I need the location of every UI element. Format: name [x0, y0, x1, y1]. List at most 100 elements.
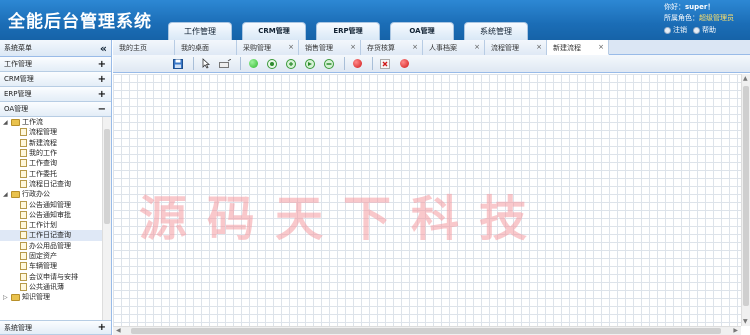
- canvas-vertical-scrollbar[interactable]: ▲ ▼: [741, 74, 750, 326]
- logout-link[interactable]: 注销: [664, 25, 687, 36]
- triangle-down-icon[interactable]: ◢: [3, 191, 9, 198]
- group-label: ERP管理: [4, 90, 32, 98]
- fork-node-button[interactable]: [303, 57, 317, 70]
- page-icon: [20, 128, 27, 137]
- close-icon[interactable]: ×: [536, 43, 542, 55]
- sidebar-group-oa[interactable]: OA管理 −: [0, 102, 111, 117]
- tree-item[interactable]: 公告通知管理: [0, 199, 111, 209]
- task-node-button[interactable]: [265, 57, 279, 70]
- tree-label: 公共通讯薄: [29, 282, 64, 291]
- close-icon[interactable]: ×: [350, 43, 356, 55]
- start-node-button[interactable]: [246, 57, 260, 70]
- close-icon[interactable]: ×: [474, 43, 480, 55]
- close-icon[interactable]: ×: [598, 43, 604, 54]
- close-icon[interactable]: ×: [412, 43, 418, 55]
- tab-my-home[interactable]: 我的主页: [113, 40, 175, 55]
- tab-new-process[interactable]: 新建流程 ×: [547, 40, 609, 55]
- tree-item[interactable]: 工作委托: [0, 168, 111, 178]
- group-label: OA管理: [4, 105, 29, 113]
- pointer-button[interactable]: [199, 57, 213, 70]
- tree-item[interactable]: 新建流程: [0, 138, 111, 148]
- tree-item[interactable]: 流程日记查询: [0, 179, 111, 189]
- join-node-button[interactable]: [322, 57, 336, 70]
- canvas-horizontal-scrollbar[interactable]: ◀ ▶: [113, 326, 741, 335]
- close-icon[interactable]: ×: [288, 43, 294, 55]
- end-node-button[interactable]: [350, 57, 364, 70]
- tab-inventory[interactable]: 存货核算 ×: [361, 40, 423, 55]
- page-icon: [20, 282, 27, 291]
- line-button[interactable]: [218, 57, 232, 70]
- tree-item[interactable]: 车辆管理: [0, 261, 111, 271]
- expand-icon: +: [97, 73, 106, 85]
- workflow-canvas[interactable]: 源码天下科技: [113, 74, 741, 335]
- tab-purchase[interactable]: 采购管理 ×: [237, 40, 299, 55]
- tab-hr[interactable]: 人事档案 ×: [423, 40, 485, 55]
- top-nav-system[interactable]: 系统管理: [464, 22, 528, 40]
- logout-icon: [664, 27, 671, 34]
- tree-item[interactable]: 工作查询: [0, 158, 111, 168]
- top-nav-oa[interactable]: OA管理: [390, 22, 454, 40]
- tree-item[interactable]: 公共通讯薄: [0, 282, 111, 292]
- greeting-label: 你好：: [664, 3, 685, 11]
- sidebar-group-erp[interactable]: ERP管理 +: [0, 87, 111, 102]
- help-link[interactable]: 帮助: [693, 25, 716, 36]
- tree-item[interactable]: 公告通知审批: [0, 210, 111, 220]
- tab-label: 我的主页: [119, 44, 147, 52]
- scroll-left-icon[interactable]: ◀: [116, 327, 121, 334]
- page-icon: [20, 262, 27, 271]
- top-nav-crm[interactable]: CRM管理: [242, 22, 306, 40]
- sidebar-group-system[interactable]: 系统管理 +: [0, 320, 111, 335]
- tree-item-selected[interactable]: 工作日记查询: [0, 230, 111, 241]
- tree-scrollbar[interactable]: [102, 117, 111, 321]
- tree-folder-admin[interactable]: ◢ 行政办公: [0, 189, 111, 199]
- stop-button[interactable]: [397, 57, 411, 70]
- tree-item[interactable]: 工作计划: [0, 220, 111, 230]
- toolbar-separator: [344, 57, 345, 70]
- tree-item[interactable]: 办公用品管理: [0, 241, 111, 251]
- tree-label: 流程日记查询: [29, 179, 71, 188]
- task-node-icon: [267, 58, 277, 69]
- logout-label: 注销: [673, 26, 687, 34]
- tree-item[interactable]: 我的工作: [0, 148, 111, 158]
- triangle-right-icon[interactable]: ▷: [3, 294, 9, 301]
- save-button[interactable]: [171, 57, 185, 70]
- tree-item[interactable]: 固定资产: [0, 251, 111, 261]
- expand-icon: +: [97, 58, 106, 70]
- scroll-down-icon[interactable]: ▼: [743, 318, 748, 325]
- designer-toolbar: [113, 55, 750, 73]
- tree-label: 车辆管理: [29, 262, 57, 271]
- top-nav: 工作管理 CRM管理 ERP管理 OA管理 系统管理: [168, 22, 538, 40]
- tree-item[interactable]: 流程管理: [0, 127, 111, 137]
- tree-folder-workflow[interactable]: ◢ 工作流: [0, 117, 111, 127]
- tab-process-manage[interactable]: 流程管理 ×: [485, 40, 547, 55]
- delete-button[interactable]: [378, 57, 392, 70]
- tree-item[interactable]: 会议申请与安排: [0, 271, 111, 281]
- horizontal-scroll-thumb[interactable]: [131, 328, 721, 334]
- tree-label: 公告通知审批: [29, 210, 71, 219]
- triangle-down-icon[interactable]: ◢: [3, 119, 9, 126]
- oa-tree: ◢ 工作流 流程管理 新建流程 我的工作 工作查询 工作委托 流程日记查询 ◢ 行政…: [0, 117, 111, 321]
- auto-node-button[interactable]: [284, 57, 298, 70]
- sidebar-group-crm[interactable]: CRM管理 +: [0, 72, 111, 87]
- sidebar-collapse-button[interactable]: «: [100, 42, 107, 55]
- tree-scroll-thumb[interactable]: [104, 129, 110, 224]
- tree-folder-knowledge[interactable]: ▷ 知识管理: [0, 292, 111, 302]
- scroll-right-icon[interactable]: ▶: [733, 327, 738, 334]
- page-icon: [20, 231, 27, 240]
- sidebar-title: 系统菜单: [4, 44, 32, 52]
- tree-label: 工作日记查询: [29, 231, 71, 240]
- page-icon: [20, 169, 27, 178]
- top-nav-work[interactable]: 工作管理: [168, 22, 232, 40]
- folder-icon: [11, 118, 20, 126]
- tree-label: 公告通知管理: [29, 200, 71, 209]
- tab-my-desktop[interactable]: 我的桌面: [175, 40, 237, 55]
- top-nav-erp[interactable]: ERP管理: [316, 22, 380, 40]
- group-label: 系统管理: [4, 323, 32, 332]
- tree-label: 我的工作: [29, 149, 57, 158]
- tree-label: 固定资产: [29, 252, 57, 260]
- tab-sales[interactable]: 销售管理 ×: [299, 40, 361, 55]
- vertical-scroll-thumb[interactable]: [743, 86, 749, 306]
- scroll-up-icon[interactable]: ▲: [743, 75, 748, 82]
- tree-label: 办公用品管理: [29, 241, 71, 250]
- sidebar-group-work[interactable]: 工作管理 +: [0, 57, 111, 72]
